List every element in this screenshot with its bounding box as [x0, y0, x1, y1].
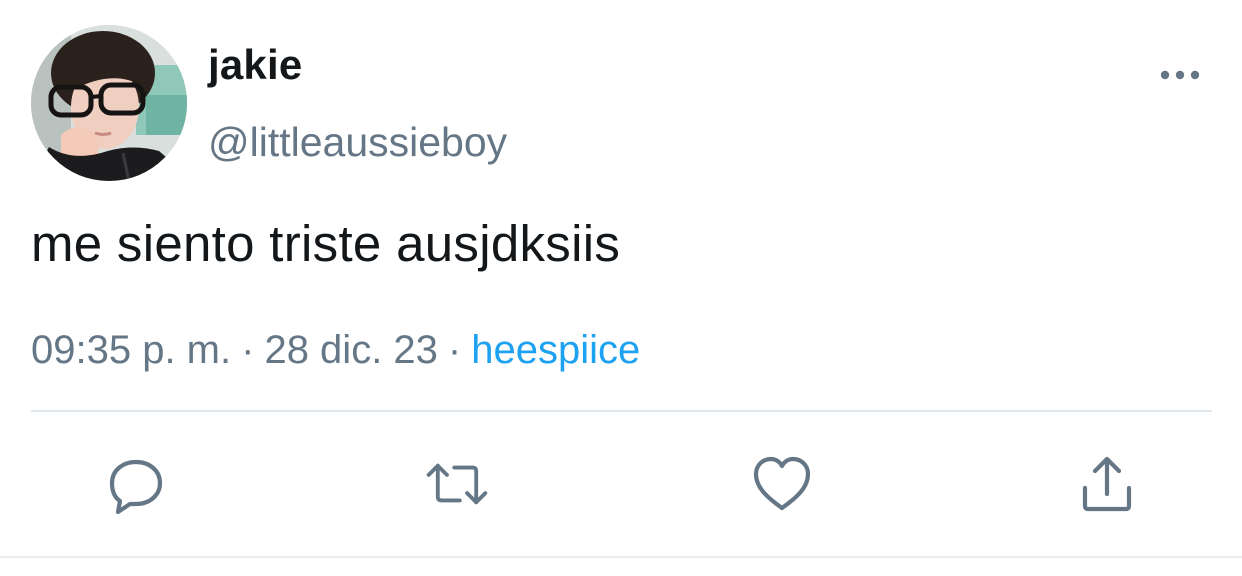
like-button[interactable]	[750, 452, 814, 516]
reply-icon	[109, 459, 163, 514]
tweet-card: jakie @littleaussieboy me siento triste …	[0, 0, 1242, 576]
display-name[interactable]: jakie	[208, 40, 302, 90]
tweet-date: 28 dic. 23	[264, 328, 438, 372]
tweet-time: 09:35 p. m.	[31, 328, 232, 372]
retweet-icon	[426, 463, 488, 505]
tweet-source-link[interactable]: heespiice	[471, 328, 640, 372]
reply-button[interactable]	[104, 452, 168, 516]
bottom-divider	[0, 556, 1242, 558]
divider	[31, 410, 1212, 412]
avatar[interactable]	[31, 25, 187, 181]
share-button[interactable]	[1075, 452, 1139, 516]
share-icon	[1082, 456, 1132, 512]
user-handle[interactable]: @littleaussieboy	[208, 117, 507, 167]
more-options-button[interactable]	[1152, 58, 1208, 92]
retweet-button[interactable]	[425, 452, 489, 516]
heart-icon	[753, 456, 811, 511]
tweet-text: me siento triste ausjdksiis	[31, 215, 621, 272]
tweet-metadata: 09:35 p. m. · 28 dic. 23 · heespiice	[31, 322, 640, 378]
profile-photo-icon	[31, 25, 187, 181]
meta-separator: ·	[447, 328, 462, 372]
more-dots-icon	[1160, 70, 1200, 80]
meta-separator: ·	[241, 328, 255, 372]
